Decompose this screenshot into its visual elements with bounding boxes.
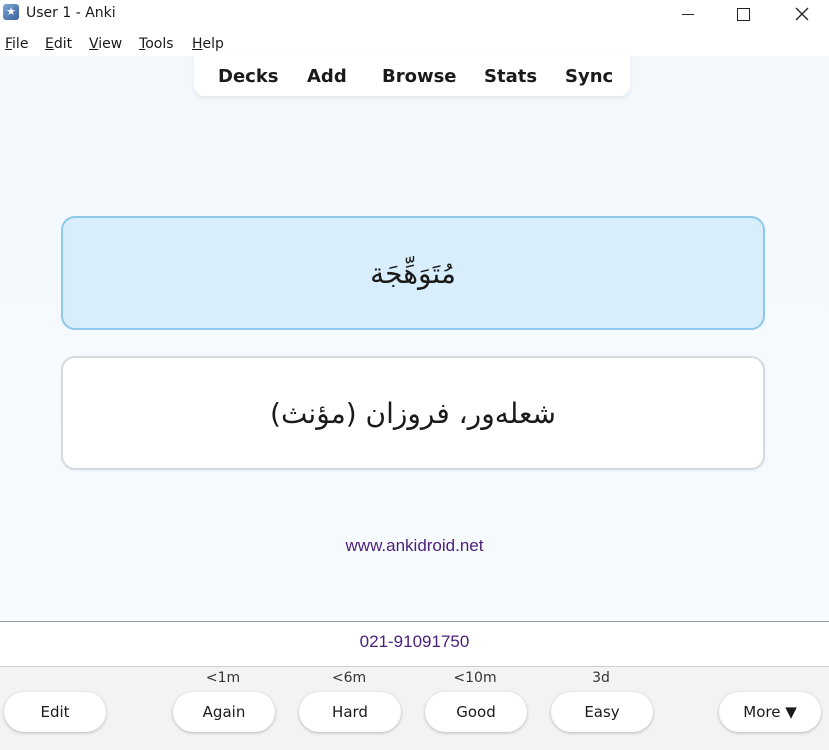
menu-tools[interactable]: Tools [139,36,174,52]
hard-interval: <6m [331,670,367,686]
anki-star-icon: ★ [3,4,19,20]
hard-button[interactable]: Hard [299,692,401,732]
menu-help[interactable]: Help [192,36,224,52]
more-button[interactable]: More ▼ [719,692,821,732]
easy-interval: 3d [592,670,610,686]
card-back-text: شعلەور، فروزان (مؤنث) [270,396,556,430]
easy-button[interactable]: Easy [551,692,653,732]
window-title: User 1 - Anki [26,5,116,21]
card-front: مُتَوَهِّجَة [61,216,765,330]
toolbar-add[interactable]: Add [307,66,347,87]
website-text: www.ankidroid.net [345,536,484,555]
good-button[interactable]: Good [425,692,527,732]
title-bar: ★ User 1 - Anki [0,0,829,28]
answer-bar [0,667,829,750]
toolbar-sync[interactable]: Sync [565,66,613,87]
toolbar-stats[interactable]: Stats [484,66,537,87]
again-interval: <1m [205,670,241,686]
edit-button[interactable]: Edit [4,692,106,732]
menu-view[interactable]: View [89,36,122,52]
maximize-icon [736,7,750,21]
review-lower-band [0,566,829,622]
close-button[interactable] [773,0,829,28]
menu-file[interactable]: File [5,36,28,52]
card-back: شعلەور، فروزان (مؤنث) [61,356,765,470]
good-interval: <10m [453,670,497,686]
card-front-text: مُتَوَهِّجَة [370,256,456,290]
top-toolbar: Decks Add Browse Stats Sync [194,56,630,96]
again-button[interactable]: Again [173,692,275,732]
maximize-button[interactable] [714,0,772,28]
close-icon [795,7,809,21]
toolbar-browse[interactable]: Browse [382,66,457,87]
minimize-button[interactable] [659,0,717,28]
toolbar-decks[interactable]: Decks [218,66,279,87]
phone-text: 021-91091750 [359,632,470,651]
minimize-icon [682,13,694,15]
menu-edit[interactable]: Edit [45,36,72,52]
menu-bar: File Edit View Tools Help [0,34,829,56]
